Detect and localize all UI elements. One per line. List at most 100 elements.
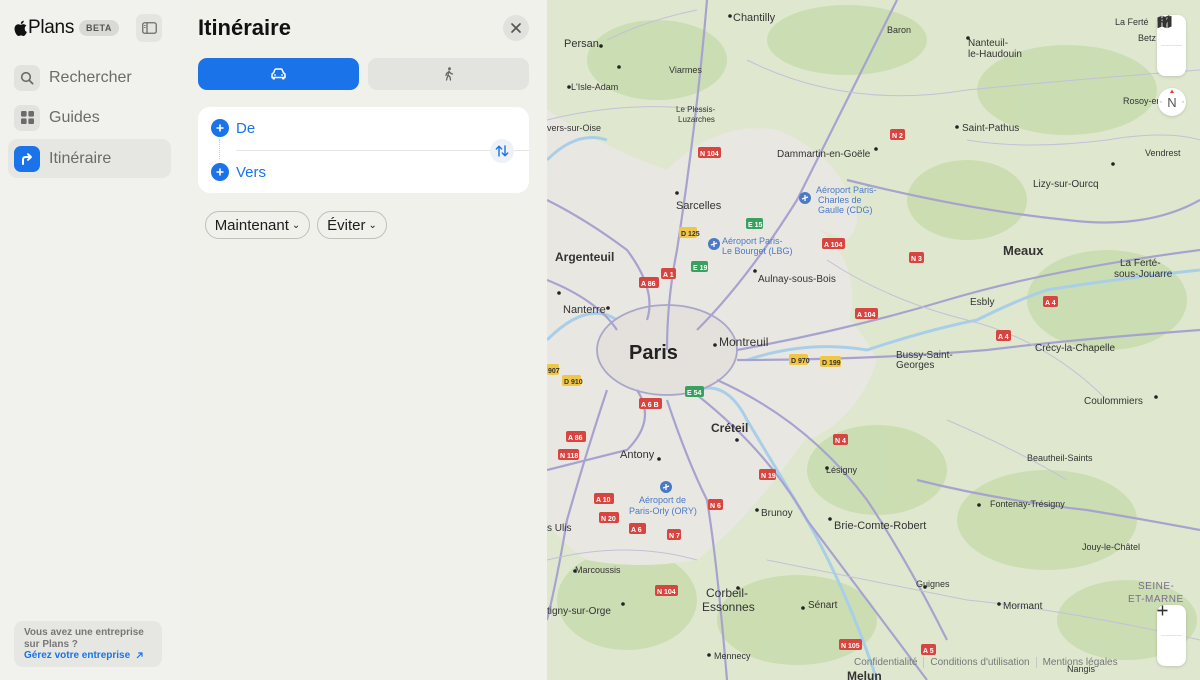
road-shield: E 19	[691, 261, 708, 272]
place-label: Esbly	[970, 297, 994, 308]
place-label: Paris-Orly (ORY)	[629, 506, 697, 516]
svg-text:N 105: N 105	[841, 643, 860, 650]
road-shield: N 7	[667, 529, 681, 540]
road-shield: N 105	[839, 639, 862, 650]
place-label: Saint-Pathus	[962, 123, 1019, 134]
road-shield: D 970	[789, 354, 810, 365]
mode-tab-walk[interactable]	[368, 58, 529, 90]
map-view[interactable]: Chantilly Persan Baron La Ferté Betz Nan…	[547, 0, 1200, 680]
business-link[interactable]: Gérez votre entreprise	[24, 650, 152, 662]
map-footer: Confidentialité Conditions d'utilisation…	[854, 657, 1124, 668]
business-link-label: Gérez votre entreprise	[24, 650, 131, 661]
time-option-button[interactable]: Maintenant ⌄	[205, 211, 310, 239]
road-shield: A 10	[594, 493, 614, 504]
minus-icon	[1157, 609, 1168, 612]
terms-link[interactable]: Conditions d'utilisation	[923, 657, 1035, 668]
from-label: De	[236, 119, 256, 137]
place-label: Montreuil	[719, 335, 768, 349]
svg-text:A 104: A 104	[857, 312, 876, 319]
svg-text:A 10: A 10	[596, 497, 611, 504]
road-shield: A 86	[566, 431, 586, 442]
road-shield: A 6	[629, 523, 646, 534]
place-label: Gaulle (CDG)	[818, 205, 873, 215]
place-label: Viarmes	[669, 65, 702, 75]
road-shield: E 54	[685, 386, 704, 397]
road-shield: D 910	[562, 375, 583, 386]
to-field[interactable]: Vers	[211, 163, 266, 181]
place-label: Nanterre	[563, 304, 606, 316]
road-shield: N 19	[759, 469, 776, 480]
road-shield: 907	[547, 364, 560, 375]
to-label: Vers	[236, 163, 267, 181]
compass-button[interactable]: N	[1158, 88, 1186, 116]
place-label: Argenteuil	[555, 250, 614, 264]
sidebar-item-label: Rechercher	[49, 68, 132, 86]
close-button[interactable]	[503, 15, 529, 41]
chevron-down-icon: ⌄	[368, 219, 377, 231]
add-origin-icon	[211, 119, 229, 137]
road-shield: D 199	[820, 356, 841, 367]
svg-text:N 19: N 19	[761, 473, 776, 480]
place-label: Créteil	[711, 421, 748, 435]
road-shield: A 5	[921, 644, 936, 655]
road-shield: A 86	[639, 277, 659, 288]
place-label: Aéroport Paris-	[816, 185, 877, 195]
business-text: Vous avez une entreprise sur Plans ?	[24, 627, 144, 650]
search-icon	[14, 64, 40, 91]
place-label: Vendrest	[1145, 148, 1181, 158]
svg-text:N 104: N 104	[700, 151, 719, 158]
map-canvas[interactable]: Chantilly Persan Baron La Ferté Betz Nan…	[547, 0, 1200, 680]
legal-link[interactable]: Mentions légales	[1035, 657, 1124, 668]
sidebar-item-directions[interactable]: Itinéraire	[8, 139, 171, 178]
avoid-option-button[interactable]: Éviter ⌄	[317, 211, 387, 239]
close-icon	[511, 23, 521, 33]
place-label: Melun	[847, 669, 882, 680]
sidebar-toggle-button[interactable]	[136, 14, 162, 42]
svg-text:N 4: N 4	[835, 438, 846, 445]
place-label: Coulommiers	[1084, 396, 1143, 407]
place-label: Fontenay-Trésigny	[990, 499, 1065, 509]
svg-text:N 7: N 7	[669, 533, 680, 540]
app-name: Plans	[28, 17, 75, 38]
svg-text:A 6 B: A 6 B	[641, 402, 659, 409]
place-label: Mennecy	[714, 651, 751, 661]
place-label: Betz	[1138, 33, 1157, 43]
place-label: La Ferté	[1115, 17, 1149, 27]
place-label: Charles de	[818, 195, 862, 205]
place-label: Lésigny	[826, 465, 858, 475]
swap-button[interactable]	[490, 139, 514, 163]
directions-panel: Itinéraire De Vers Maintenant ⌄ Éviter ⌄	[180, 0, 547, 680]
locate-me-button[interactable]	[1157, 15, 1186, 76]
sidebar-icon	[141, 22, 157, 34]
zoom-out-button[interactable]	[1157, 609, 1186, 666]
sidebar: Plans BETA Rechercher Guides Itinéraire …	[0, 0, 180, 680]
beta-badge: BETA	[79, 20, 119, 36]
directions-arrow-icon	[14, 145, 40, 172]
place-label: La Ferté-	[1120, 258, 1161, 269]
sidebar-item-guides[interactable]: Guides	[8, 98, 171, 137]
place-label: Guignes	[916, 579, 950, 589]
place-label: Luzarches	[678, 115, 715, 124]
svg-text:D 125: D 125	[681, 231, 700, 238]
svg-text:N 3: N 3	[911, 256, 922, 263]
place-label: tigny-sur-Orge	[547, 606, 611, 617]
place-label: Dammartin-en-Goële	[777, 149, 871, 160]
grid-icon	[14, 104, 40, 131]
add-destination-icon	[211, 163, 229, 181]
place-label: Aulnay-sous-Bois	[758, 274, 836, 285]
place-label: Essonnes	[702, 600, 755, 614]
privacy-link[interactable]: Confidentialité	[854, 657, 923, 668]
svg-text:A 4: A 4	[998, 334, 1009, 341]
svg-text:N 2: N 2	[892, 133, 903, 140]
svg-text:E 15: E 15	[748, 222, 763, 229]
mode-tab-car[interactable]	[198, 58, 359, 90]
place-label: Crécy-la-Chapelle	[1035, 343, 1115, 354]
place-label: Meaux	[1003, 243, 1044, 258]
svg-text:D 199: D 199	[822, 360, 841, 367]
svg-text:D 910: D 910	[564, 379, 583, 386]
location-arrow-icon	[1157, 15, 1170, 28]
place-label: Persan	[564, 38, 599, 50]
sidebar-item-search[interactable]: Rechercher	[8, 58, 171, 97]
road-shield: N 3	[909, 252, 924, 263]
from-field[interactable]: De	[211, 119, 255, 137]
